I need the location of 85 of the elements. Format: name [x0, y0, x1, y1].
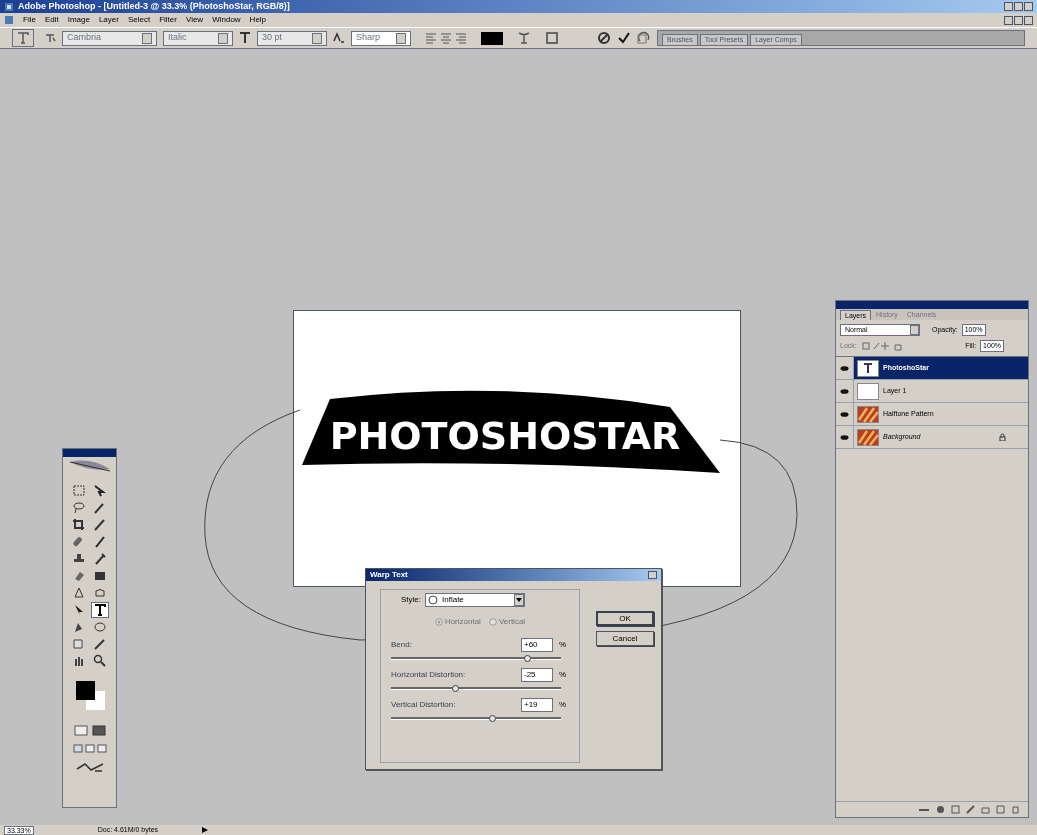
- slider-thumb[interactable]: [489, 715, 497, 722]
- slider-thumb[interactable]: [524, 655, 531, 662]
- hand-tool-icon[interactable]: [72, 654, 86, 668]
- refresh-icon[interactable]: [637, 31, 651, 45]
- screen-mode-icon[interactable]: [72, 744, 83, 753]
- quick-mask-icon[interactable]: [91, 725, 106, 736]
- pattern-thumbnail: [857, 428, 879, 446]
- font-size-dropdown[interactable]: 30 pt: [257, 30, 327, 46]
- font-style-dropdown[interactable]: Italic: [163, 30, 233, 46]
- text-layer-thumbnail: [857, 359, 879, 377]
- antialias-dropdown[interactable]: Sharp: [351, 30, 411, 46]
- slider-thumb[interactable]: [451, 685, 459, 692]
- gradient-tool-icon[interactable]: [93, 569, 107, 583]
- panel-title-bar: [63, 449, 116, 457]
- foreground-color-swatch[interactable]: [75, 681, 95, 700]
- caret-icon: [516, 598, 522, 602]
- zoom-tool-icon[interactable]: [93, 654, 107, 668]
- blur-tool-icon[interactable]: [72, 586, 86, 600]
- type-icon: [17, 32, 29, 44]
- menu-item[interactable]: Window: [212, 14, 241, 26]
- mask-icon[interactable]: [951, 805, 960, 814]
- dialog-title: Warp Text: [370, 569, 408, 581]
- unit-label: %: [559, 639, 568, 651]
- radio-label: Vertical: [498, 616, 526, 628]
- history-tool-icon[interactable]: [93, 552, 107, 566]
- type-tool-icon[interactable]: [93, 603, 107, 617]
- screen-mode-icon[interactable]: [96, 744, 107, 753]
- pattern-thumbnail: [857, 405, 879, 423]
- menu-item[interactable]: View: [185, 14, 204, 26]
- shape-tool-icon[interactable]: [93, 620, 107, 634]
- slider-label: Vertical Distortion:: [391, 699, 457, 711]
- background-color-swatch[interactable]: [85, 691, 105, 710]
- eye-icon[interactable]: [840, 411, 849, 417]
- new-layer-icon[interactable]: [996, 805, 1005, 814]
- font-family-dropdown[interactable]: Cambria: [62, 30, 157, 46]
- eye-icon[interactable]: [840, 434, 849, 440]
- arrow-icon[interactable]: [202, 827, 209, 833]
- text-color-swatch[interactable]: [481, 31, 503, 45]
- document-icon: [4, 15, 14, 25]
- lasso-tool-icon[interactable]: [72, 501, 86, 515]
- layer-thumbnail: [857, 382, 879, 400]
- menu-item[interactable]: Help: [249, 14, 267, 26]
- slider-label: Bend:: [391, 639, 413, 651]
- value-field[interactable]: +19: [521, 698, 553, 712]
- menu-item[interactable]: Filter: [159, 14, 177, 26]
- style-icon[interactable]: [936, 805, 945, 814]
- screen-mode-icon[interactable]: [84, 744, 95, 753]
- radio-button[interactable]: [488, 618, 497, 626]
- trash-icon[interactable]: [1011, 805, 1020, 814]
- cancel-button[interactable]: Cancel: [596, 631, 654, 646]
- eye-icon[interactable]: [840, 365, 849, 371]
- radio-label: Horizontal: [444, 616, 481, 628]
- style-label: Style:: [401, 594, 421, 606]
- slider-label: Horizontal Distortion:: [391, 669, 467, 681]
- value-field[interactable]: +60: [521, 638, 553, 652]
- folder-icon[interactable]: [981, 805, 990, 814]
- warp-text-icon[interactable]: [517, 31, 531, 45]
- menu-item[interactable]: Layer: [98, 14, 119, 26]
- close-button[interactable]: [648, 571, 657, 579]
- orientation-icon: [44, 32, 56, 44]
- eraser-tool-icon[interactable]: [72, 569, 86, 583]
- text-tool-preset-button[interactable]: [12, 29, 34, 47]
- lock-options-icon[interactable]: [860, 341, 905, 351]
- commit-icon[interactable]: [617, 31, 631, 45]
- unit-label: %: [559, 669, 568, 681]
- standard-mode-icon[interactable]: [73, 725, 88, 736]
- menu-item[interactable]: Edit: [44, 14, 59, 26]
- radio-button[interactable]: [434, 618, 443, 626]
- app-icon: [4, 1, 14, 12]
- crop-tool-icon[interactable]: [72, 518, 86, 532]
- dodge-tool-icon[interactable]: [93, 586, 107, 600]
- style-dropdown[interactable]: Inflate: [425, 593, 525, 607]
- antialias-icon: [333, 32, 345, 44]
- unit-label: %: [559, 699, 568, 711]
- eye-icon[interactable]: [840, 388, 849, 394]
- font-size-icon: [239, 32, 251, 44]
- move-tool-icon[interactable]: [93, 484, 107, 498]
- menu-item[interactable]: File: [23, 14, 36, 26]
- value-field[interactable]: -25: [521, 668, 553, 682]
- window-title: Adobe Photoshop - [Untitled-3 @ 33.3% (PhotoshoStar, RGB/8)]: [18, 0, 290, 13]
- menu-item[interactable]: Select: [127, 14, 151, 26]
- cancel-icon[interactable]: [597, 31, 611, 45]
- ok-button[interactable]: OK: [596, 611, 654, 626]
- inflate-icon: [428, 595, 438, 605]
- menu-item[interactable]: Image: [67, 14, 90, 26]
